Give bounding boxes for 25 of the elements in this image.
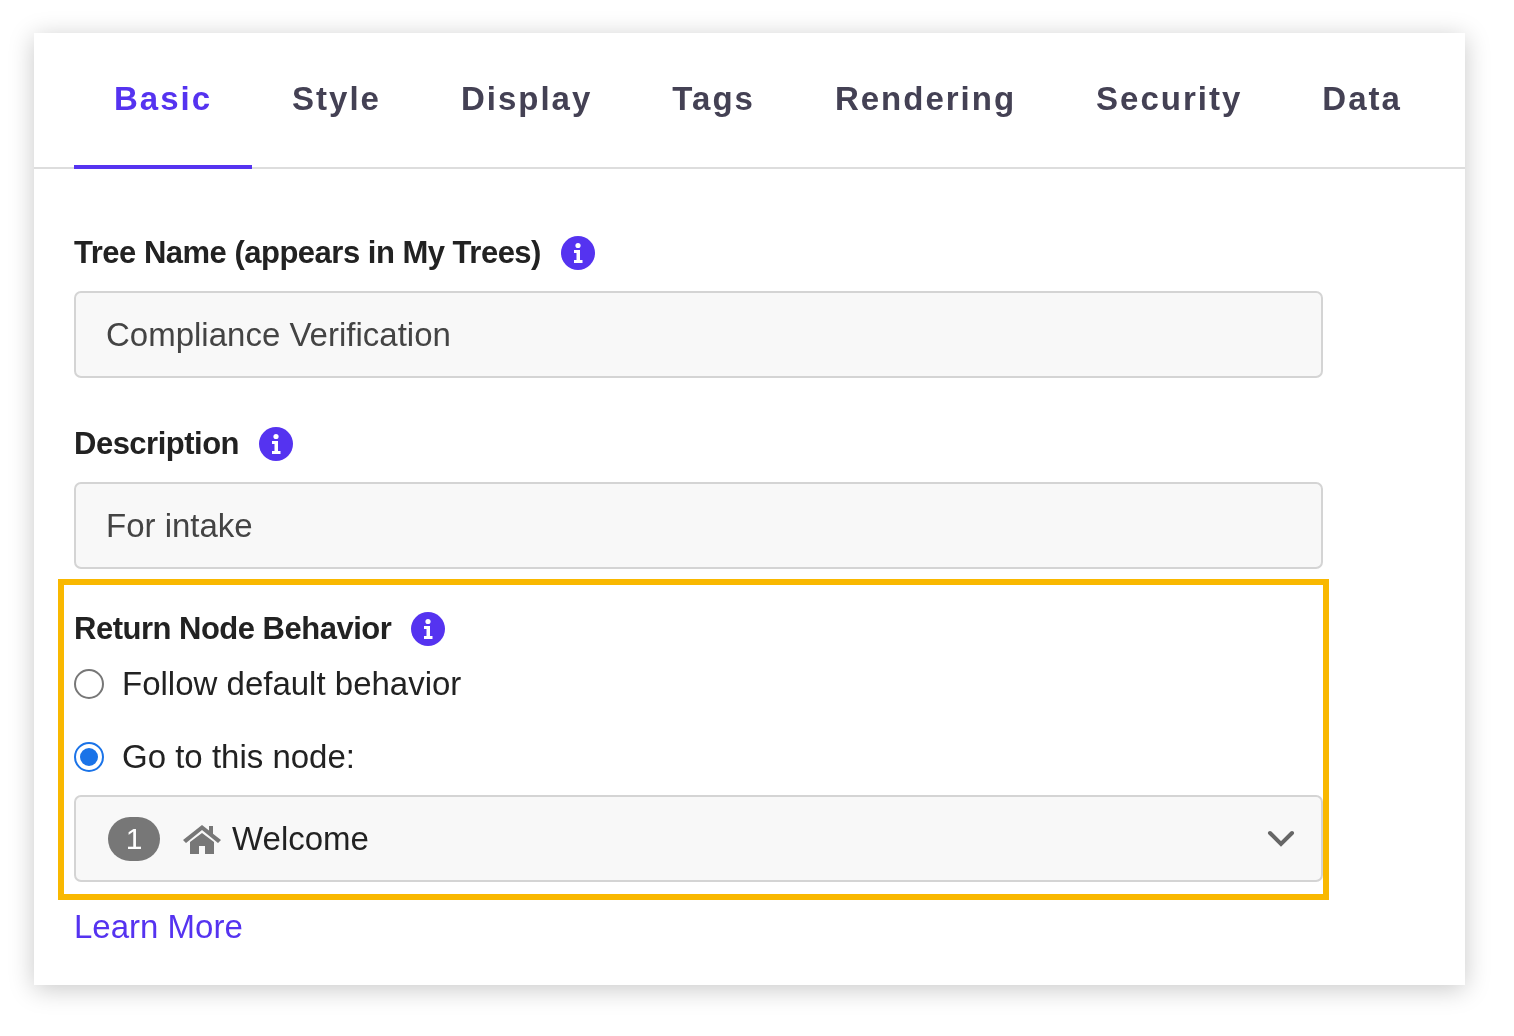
tab[interactable]: Style: [252, 33, 421, 169]
tab[interactable]: Rendering: [794, 33, 1057, 169]
tab[interactable]: Basic: [74, 33, 253, 169]
select-value: Welcome: [232, 819, 370, 858]
radio-label: Go to this node:: [122, 737, 355, 776]
radio-label: Follow default behavior: [122, 664, 462, 703]
field-label: Description: [74, 426, 240, 462]
field-label: Tree Name (appears in My Trees): [74, 235, 541, 271]
tab[interactable]: Tags: [632, 33, 795, 169]
learn-more-link[interactable]: Learn More: [74, 908, 243, 946]
input-field[interactable]: For intake: [74, 482, 1323, 569]
radio-button[interactable]: [74, 741, 104, 772]
field-label: Return Node Behavior: [74, 611, 392, 647]
chevron-down-icon: [1267, 829, 1295, 848]
tab[interactable]: Display: [420, 33, 633, 169]
info-icon[interactable]: [411, 612, 446, 646]
radio-button[interactable]: [74, 668, 104, 699]
node-select[interactable]: 1 Welcome: [74, 795, 1323, 882]
info-icon[interactable]: [560, 236, 595, 270]
info-icon[interactable]: [259, 427, 294, 461]
home-icon: [182, 822, 222, 855]
tab[interactable]: Data: [1282, 33, 1442, 169]
node-number-badge: 1: [108, 816, 160, 861]
tab[interactable]: Security: [1056, 33, 1283, 169]
input-field[interactable]: Compliance Verification: [74, 291, 1323, 378]
